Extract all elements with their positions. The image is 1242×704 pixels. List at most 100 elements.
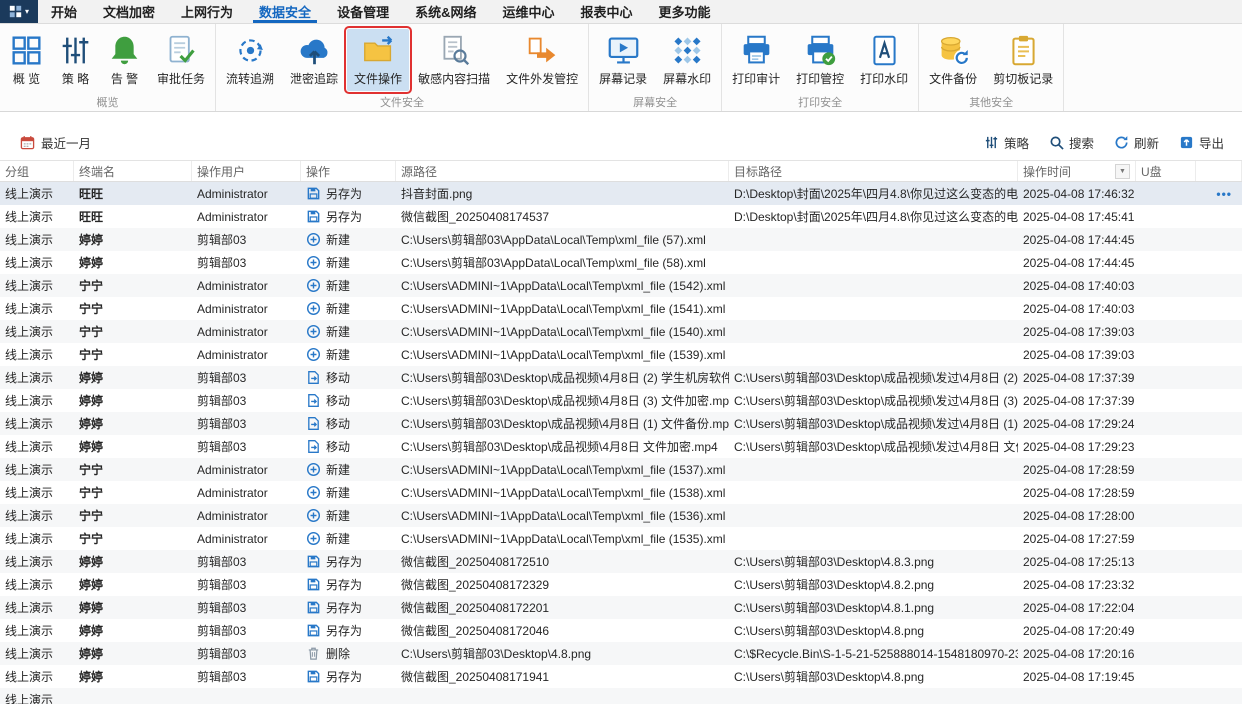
cell-target-path: [729, 527, 1018, 550]
menu-tab-2[interactable]: 上网行为: [168, 0, 246, 23]
table-row[interactable]: 线上演示 宁宁 Administrator 新建 C:\Users\ADMINI~1\A…: [0, 527, 1242, 550]
app-menu-button[interactable]: ▾: [0, 0, 38, 23]
menu-tab-6[interactable]: 运维中心: [489, 0, 567, 23]
toolbar-action-export[interactable]: 导出: [1179, 133, 1224, 152]
cell-terminal: 宁宁: [79, 486, 104, 500]
print-control-icon: [804, 34, 837, 67]
toolbar-action-search[interactable]: 搜索: [1049, 133, 1094, 152]
ribbon-button-print-control[interactable]: 打印管控: [789, 29, 851, 91]
operation-label: 移动: [326, 440, 351, 454]
ribbon-button-alarm[interactable]: 告 警: [101, 29, 148, 91]
column-header-6[interactable]: 操作时间 ▼: [1018, 161, 1136, 181]
ribbon-button-policy[interactable]: 策 略: [52, 29, 99, 91]
table-row[interactable]: 线上演示 宁宁 Administrator 新建 C:\Users\ADMINI~1\A…: [0, 504, 1242, 527]
ribbon-group-items: 流转追溯 泄密追踪 文件操作 敏感内容扫描 文件外发管控: [218, 24, 586, 94]
cell-terminal: 宁宁: [79, 302, 104, 316]
table-row[interactable]: 线上演示: [0, 688, 1242, 704]
ribbon-button-label: 打印管控: [796, 72, 845, 86]
table-row[interactable]: 线上演示 婷婷 剪辑部03 另存为 微信截图_20250408171941 C:\User…: [0, 665, 1242, 688]
table-row[interactable]: 线上演示 婷婷 剪辑部03 移动 C:\Users\剪辑部03\Desktop\成品视频…: [0, 366, 1242, 389]
cell-extra: [1196, 619, 1242, 642]
table-row[interactable]: 线上演示 婷婷 剪辑部03 移动 C:\Users\剪辑部03\Desktop\成品视频…: [0, 412, 1242, 435]
row-menu-icon[interactable]: •••: [1216, 187, 1237, 201]
cell-user: 剪辑部03: [197, 647, 247, 661]
cell-operation: 新建: [301, 228, 396, 251]
table-row[interactable]: 线上演示 婷婷 剪辑部03 另存为 微信截图_20250408172046 C:\User…: [0, 619, 1242, 642]
column-header-8[interactable]: [1196, 161, 1242, 181]
menu-tab-8[interactable]: 更多功能: [646, 0, 724, 23]
cell-usb: [1136, 688, 1196, 704]
ribbon-button-print-watermark[interactable]: 打印水印: [853, 29, 915, 91]
table-row[interactable]: 线上演示 婷婷 剪辑部03 另存为 微信截图_20250408172510 C:\User…: [0, 550, 1242, 573]
toolbar-action-refresh[interactable]: 刷新: [1114, 133, 1159, 152]
ribbon-button-backup[interactable]: 文件备份: [922, 29, 984, 91]
cell-usb: [1136, 504, 1196, 527]
ribbon-button-screen-watermark[interactable]: 屏幕水印: [656, 29, 718, 91]
menu-tab-3[interactable]: 数据安全: [246, 0, 324, 23]
table-row[interactable]: 线上演示 婷婷 剪辑部03 新建 C:\Users\剪辑部03\AppData\Loca…: [0, 251, 1242, 274]
table-row[interactable]: 线上演示 旺旺 Administrator 另存为 微信截图_2025040817453…: [0, 205, 1242, 228]
cell-target-path: [729, 458, 1018, 481]
cell-operation: [301, 688, 396, 704]
cell-user: [192, 688, 301, 704]
new-icon: [306, 278, 321, 293]
filterbar-actions: 策略 搜索 刷新 导出: [984, 133, 1224, 152]
ribbon-button-approval[interactable]: 审批任务: [150, 29, 212, 91]
cell-terminal: 婷婷: [79, 233, 104, 247]
toolbar-action-policy-small[interactable]: 策略: [984, 133, 1029, 152]
table-row[interactable]: 线上演示 婷婷 剪辑部03 删除 C:\Users\剪辑部03\Desktop\4.8.…: [0, 642, 1242, 665]
ribbon-button-clipboard[interactable]: 剪切板记录: [986, 29, 1060, 91]
cell-source-path: 微信截图_20250408172510: [401, 555, 550, 569]
menu-tab-5[interactable]: 系统&网络: [402, 0, 489, 23]
table-row[interactable]: 线上演示 宁宁 Administrator 新建 C:\Users\ADMINI~1\A…: [0, 297, 1242, 320]
column-header-0[interactable]: 分组: [0, 161, 74, 181]
column-header-5[interactable]: 目标路径: [729, 161, 1018, 181]
column-filter-button[interactable]: ▼: [1115, 163, 1130, 179]
refresh-icon: [1114, 135, 1129, 150]
table-row[interactable]: 线上演示 旺旺 Administrator 另存为 抖音封面.png D:\Desktop…: [0, 182, 1242, 205]
cell-target-path: [729, 297, 1018, 320]
cell-source-path: C:\Users\剪辑部03\Desktop\4.8.png: [401, 647, 592, 661]
ribbon-button-screen-record[interactable]: 屏幕记录: [592, 29, 654, 91]
menu-tab-0[interactable]: 开始: [38, 0, 90, 23]
table-row[interactable]: 线上演示 婷婷 剪辑部03 移动 C:\Users\剪辑部03\Desktop\成品视频…: [0, 389, 1242, 412]
backup-icon: [937, 34, 970, 67]
column-header-4[interactable]: 源路径: [396, 161, 729, 181]
cell-target-path: C:\Users\剪辑部03\Desktop\4.8.3.png: [734, 555, 935, 569]
cell-source-path: C:\Users\剪辑部03\Desktop\成品视频\4月8日 文件加密.mp…: [401, 440, 718, 454]
date-range-filter[interactable]: 最近一月: [20, 133, 91, 152]
ribbon-button-outgoing[interactable]: 文件外发管控: [499, 29, 585, 91]
cell-time: 2025-04-08 17:45:41: [1023, 209, 1135, 224]
table-row[interactable]: 线上演示 婷婷 剪辑部03 另存为 微信截图_20250408172201 C:\User…: [0, 596, 1242, 619]
cell-target-path: [729, 251, 1018, 274]
saveas-icon: [306, 209, 321, 224]
menu-tab-7[interactable]: 报表中心: [567, 0, 645, 23]
cell-usb: [1136, 642, 1196, 665]
menu-tab-1[interactable]: 文档加密: [90, 0, 168, 23]
menubar-tabs: 开始 文档加密 上网行为 数据安全 设备管理 系统&网络 运维中心 报表中心 更多功能: [38, 0, 724, 23]
table-row[interactable]: 线上演示 宁宁 Administrator 新建 C:\Users\ADMINI~1\A…: [0, 481, 1242, 504]
operation-label: 另存为: [326, 210, 363, 224]
ribbon-button-scan[interactable]: 敏感内容扫描: [411, 29, 497, 91]
column-header-3[interactable]: 操作: [301, 161, 396, 181]
table-row[interactable]: 线上演示 婷婷 剪辑部03 另存为 微信截图_20250408172329 C:\User…: [0, 573, 1242, 596]
table-row[interactable]: 线上演示 宁宁 Administrator 新建 C:\Users\ADMINI~1\A…: [0, 458, 1242, 481]
menu-tab-4[interactable]: 设备管理: [324, 0, 402, 23]
ribbon-button-print-audit[interactable]: 打印审计: [725, 29, 787, 91]
column-header-2[interactable]: 操作用户: [192, 161, 301, 181]
table-row[interactable]: 线上演示 宁宁 Administrator 新建 C:\Users\ADMINI~1\A…: [0, 343, 1242, 366]
ribbon-button-trace[interactable]: 流转追溯: [219, 29, 281, 91]
column-header-1[interactable]: 终端名: [74, 161, 192, 181]
ribbon-button-leak[interactable]: 泄密追踪: [283, 29, 345, 91]
cell-time: 2025-04-08 17:29:24: [1023, 416, 1135, 431]
table-row[interactable]: 线上演示 宁宁 Administrator 新建 C:\Users\ADMINI~1\A…: [0, 320, 1242, 343]
column-header-7[interactable]: U盘: [1136, 161, 1196, 181]
ribbon-button-overview[interactable]: 概 览: [3, 29, 50, 91]
ribbon-group-items: 概 览 策 略 告 警 审批任务: [2, 24, 213, 93]
ribbon-button-fileop[interactable]: 文件操作: [344, 26, 413, 94]
table-row[interactable]: 线上演示 婷婷 剪辑部03 新建 C:\Users\剪辑部03\AppData\Loca…: [0, 228, 1242, 251]
table-row[interactable]: 线上演示 婷婷 剪辑部03 移动 C:\Users\剪辑部03\Desktop\成品视频…: [0, 435, 1242, 458]
table-row[interactable]: 线上演示 宁宁 Administrator 新建 C:\Users\ADMINI~1\A…: [0, 274, 1242, 297]
cell-user: Administrator: [197, 485, 268, 500]
cell-operation: 新建: [301, 504, 396, 527]
